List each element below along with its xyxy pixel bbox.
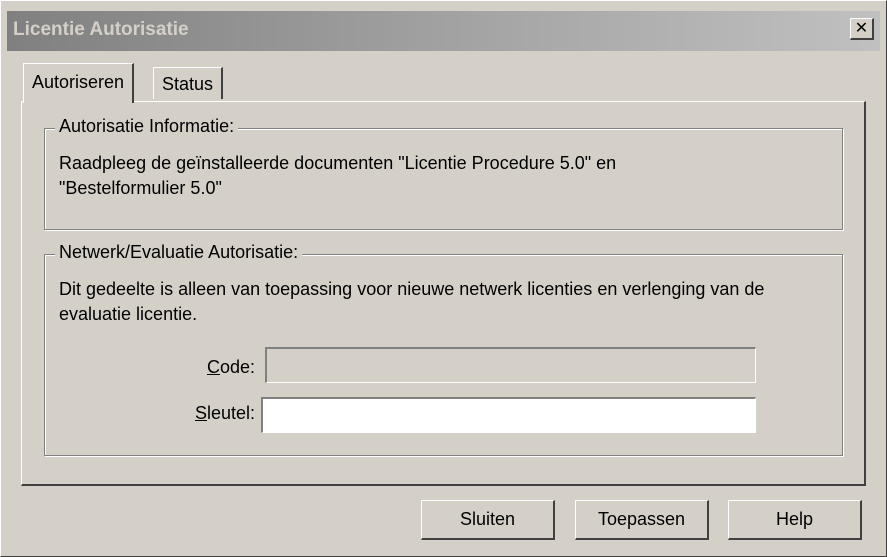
authorization-info-group: Autorisatie Informatie: Raadpleeg de geï… — [44, 116, 843, 230]
code-label-mnemonic: C — [206, 357, 220, 377]
close-icon[interactable]: ✕ — [850, 18, 874, 40]
apply-button[interactable]: Toepassen — [575, 500, 709, 540]
key-label-rest: leutel: — [206, 403, 255, 423]
key-label: Sleutel: — [165, 403, 255, 424]
key-label-mnemonic: S — [194, 403, 207, 423]
network-eval-group: Netwerk/Evaluatie Autorisatie: Dit gedee… — [44, 242, 843, 456]
window-title: Licentie Autorisatie — [13, 19, 189, 40]
tab-panel-autoriseren: Autorisatie Informatie: Raadpleeg de geï… — [21, 101, 866, 486]
close-button[interactable]: Sluiten — [421, 500, 555, 540]
code-field — [265, 347, 756, 383]
authorization-info-legend: Autorisatie Informatie: — [55, 116, 239, 137]
code-label-rest: ode: — [219, 357, 255, 377]
authorization-info-text: Raadpleeg de geïnstalleerde documenten "… — [59, 153, 617, 198]
help-button[interactable]: Help — [728, 500, 862, 540]
license-dialog: Licentie Autorisatie ✕ Autoriseren Statu… — [0, 0, 887, 557]
tab-autoriseren[interactable]: Autoriseren — [23, 63, 135, 103]
title-bar[interactable]: Licentie Autorisatie ✕ — [7, 11, 880, 51]
code-label: Code: — [175, 357, 255, 378]
network-eval-legend: Netwerk/Evaluatie Autorisatie: — [55, 242, 303, 263]
tab-status[interactable]: Status — [153, 67, 224, 99]
key-field[interactable] — [261, 397, 756, 433]
network-eval-text: Dit gedeelte is alleen van toepassing vo… — [59, 279, 765, 324]
